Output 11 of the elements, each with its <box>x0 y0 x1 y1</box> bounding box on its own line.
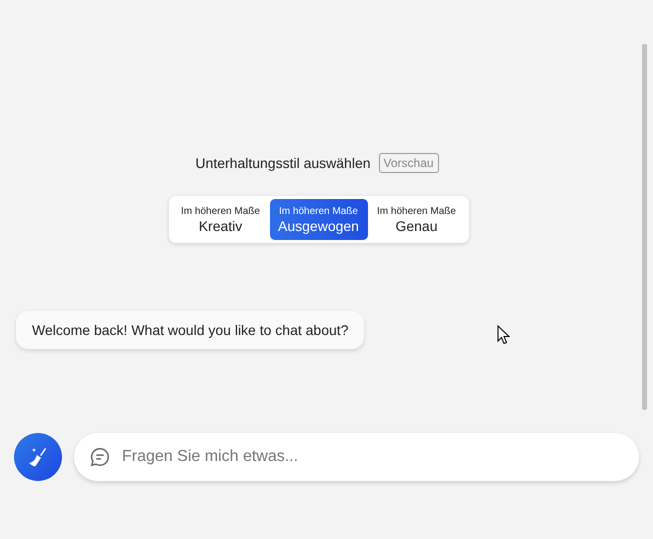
scrollbar[interactable] <box>642 44 647 410</box>
new-topic-button[interactable] <box>14 433 62 481</box>
style-option[interactable]: Im höheren Maße Ausgewogen <box>270 199 368 240</box>
message-input[interactable]: Fragen Sie mich etwas... <box>74 433 639 481</box>
style-option[interactable]: Im höheren Maße Kreativ <box>172 199 270 240</box>
style-option[interactable]: Im höheren Maße Genau <box>368 199 466 240</box>
chat-bubble-icon <box>89 446 111 468</box>
preview-badge: Vorschau <box>378 153 439 173</box>
mouse-pointer-icon <box>497 325 510 345</box>
chat-message: Welcome back! What would you like to chat about? <box>16 311 364 349</box>
style-picker-title: Unterhaltungsstil auswählen <box>195 155 371 171</box>
